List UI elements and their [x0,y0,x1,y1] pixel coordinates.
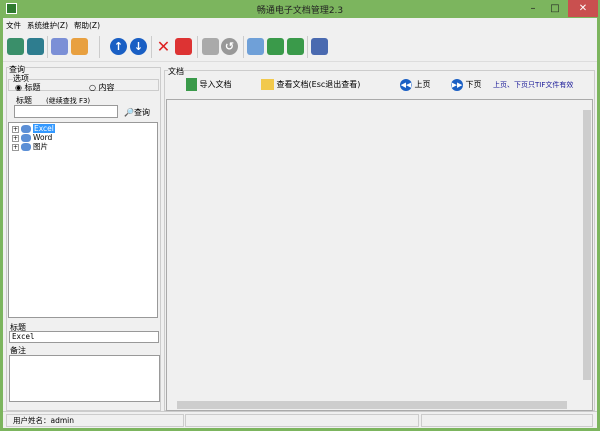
search-button-label: 查询 [133,108,150,117]
folder-icon [21,125,31,133]
horizontal-scrollbar[interactable] [167,400,583,410]
vertical-scrollbar[interactable] [582,100,592,400]
export-doc2-icon[interactable] [287,38,304,55]
delete-icon[interactable]: ✕ [155,38,172,55]
radio-content[interactable]: ○ 内容 [89,82,115,93]
status-panel-3 [421,414,593,427]
document-viewer[interactable] [166,99,593,411]
paste-icon[interactable] [71,38,88,55]
exit-icon[interactable] [311,38,328,55]
folder-icon [21,143,31,151]
category-tree[interactable]: + Excel + Word + 图片 [8,122,158,318]
search-input[interactable] [14,105,118,118]
title-bar: 畅通电子文档管理2.3 – □ ✕ [0,0,600,18]
document-label: 文档 [168,66,184,77]
folder-open-icon [261,79,274,90]
vertical-scroll-thumb[interactable] [583,110,591,380]
status-panel-2 [185,414,419,427]
close-button[interactable]: ✕ [568,0,598,17]
window-title: 畅通电子文档管理2.3 [256,6,344,16]
horizontal-scroll-thumb[interactable] [177,401,567,409]
menu-help[interactable]: 帮助(Z) [71,18,103,33]
page-hint: 上页、下页只TIF文件有效 [493,81,574,89]
maximize-button[interactable]: □ [544,0,566,17]
import-image-icon[interactable] [247,38,264,55]
tree-node-images[interactable]: + 图片 [12,142,48,152]
search-button[interactable]: 🔎查询 [124,107,150,118]
rewind-icon: ◀◀ [400,78,412,91]
indent-icon[interactable] [51,38,68,55]
prev-page-button[interactable]: ◀◀ 上页 [400,78,431,92]
next-page-button[interactable]: ▶▶ 下页 [451,78,482,92]
save-icon[interactable] [202,38,219,55]
move-up-icon[interactable]: ↑ [110,38,127,55]
add-record-icon[interactable] [7,38,24,55]
radio-content-label: 内容 [98,83,115,92]
move-down-icon[interactable]: ↓ [130,38,147,55]
status-user: 用户姓名：admin [6,414,184,427]
export-doc-icon[interactable] [267,38,284,55]
import-icon [186,78,197,91]
status-bar: 用户姓名：admin [3,411,597,428]
radio-title-label: 标题 [24,83,41,92]
menu-bar: 文件 系统维护(Z) 帮助(Z) [3,18,597,31]
detail-title-field[interactable]: Excel [9,331,159,343]
menu-file[interactable]: 文件 [3,18,24,33]
client-area: 文件 系统维护(Z) 帮助(Z) ↑ ↓ ✕ ↺ 查询 选项 ◉ 标题 ○ 内容 标… [3,18,597,428]
search-icon: 🔎 [124,108,134,117]
view-document-button[interactable]: 查看文档(Esc退出查看) [261,78,360,92]
undo-icon[interactable]: ↺ [221,38,238,55]
edit-icon[interactable] [175,38,192,55]
add-child-icon[interactable] [27,38,44,55]
import-document-button[interactable]: 导入文档 [186,78,232,92]
folder-icon [21,134,31,142]
fast-forward-icon: ▶▶ [451,78,463,91]
radio-title[interactable]: ◉ 标题 [15,82,41,93]
menu-system[interactable]: 系统维护(Z) [24,18,71,33]
toolbar: ↑ ↓ ✕ ↺ [3,32,597,62]
minimize-button[interactable]: – [522,0,544,17]
notes-textarea[interactable] [9,355,160,402]
